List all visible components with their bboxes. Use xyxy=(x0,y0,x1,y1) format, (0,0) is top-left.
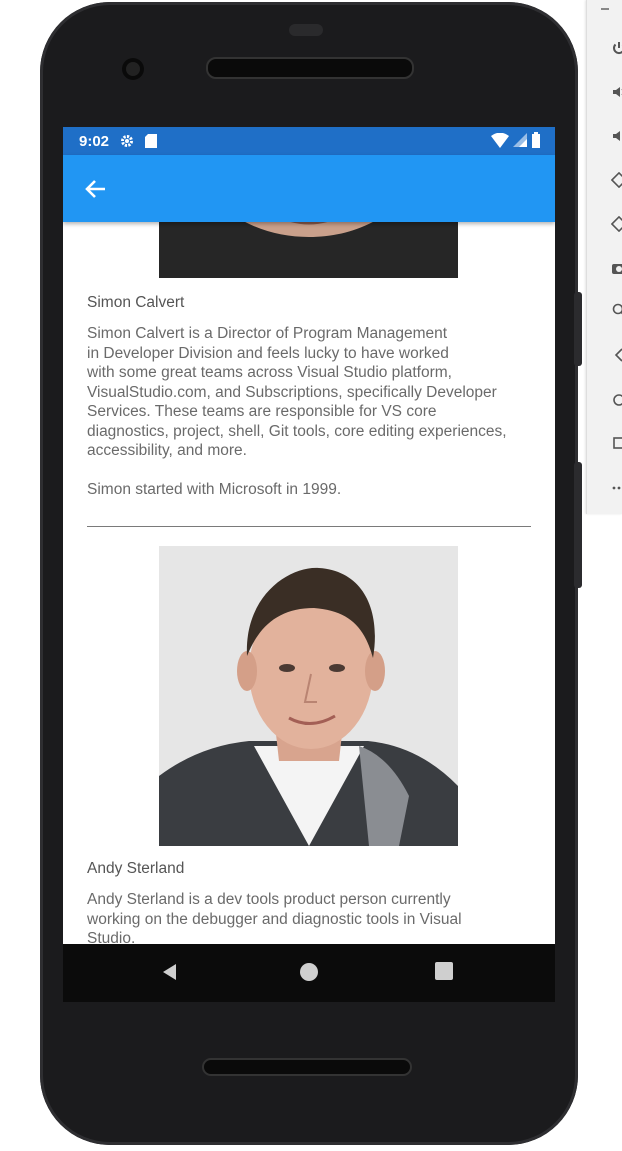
volume-down-icon[interactable] xyxy=(609,126,622,146)
rotate-left-icon[interactable] xyxy=(609,170,622,190)
battery-icon xyxy=(531,132,541,153)
person-name: Andy Sterland xyxy=(87,860,185,877)
volume-button xyxy=(574,292,582,366)
zoom-icon[interactable] xyxy=(609,300,622,320)
front-camera xyxy=(122,58,144,80)
content-scroll[interactable]: Simon Calvert Simon Calvert is a Directo… xyxy=(63,222,555,944)
divider xyxy=(87,526,531,527)
recents-square-icon[interactable] xyxy=(435,962,453,985)
top-notch xyxy=(289,24,323,36)
phone-screen: 9:02 Simon Calvert Simon Calvert is a Di… xyxy=(63,127,555,944)
arrow-back-icon[interactable] xyxy=(79,175,111,203)
power-side-button xyxy=(574,462,582,588)
back-triangle-icon[interactable] xyxy=(160,962,180,987)
home-icon[interactable] xyxy=(609,390,622,410)
camera-icon[interactable] xyxy=(609,258,622,278)
more-icon[interactable] xyxy=(609,478,622,498)
volume-up-icon[interactable] xyxy=(609,82,622,102)
status-bar: 9:02 xyxy=(63,127,555,155)
bottom-speaker xyxy=(202,1058,412,1076)
home-circle-icon[interactable] xyxy=(299,962,319,987)
person-photo-andy xyxy=(159,546,458,846)
person-name: Simon Calvert xyxy=(87,294,185,311)
navigation-bar xyxy=(63,944,555,1002)
person-bio: Andy Sterland is a dev tools product per… xyxy=(87,891,462,944)
signal-icon xyxy=(513,133,527,152)
overview-icon[interactable] xyxy=(609,433,622,453)
sd-card-icon xyxy=(145,134,158,148)
rotate-right-icon[interactable] xyxy=(609,214,622,234)
earpiece-speaker xyxy=(206,57,414,79)
emulator-toolbar xyxy=(586,0,622,514)
power-icon[interactable] xyxy=(609,38,622,58)
minimize-icon[interactable] xyxy=(601,8,609,10)
person-photo-simon xyxy=(159,222,458,278)
gear-icon xyxy=(119,133,135,149)
back-icon[interactable] xyxy=(609,345,622,365)
person-bio: Simon Calvert is a Director of Program M… xyxy=(87,325,507,498)
status-time: 9:02 xyxy=(79,132,110,150)
app-bar xyxy=(63,155,555,222)
wifi-icon xyxy=(491,132,509,153)
